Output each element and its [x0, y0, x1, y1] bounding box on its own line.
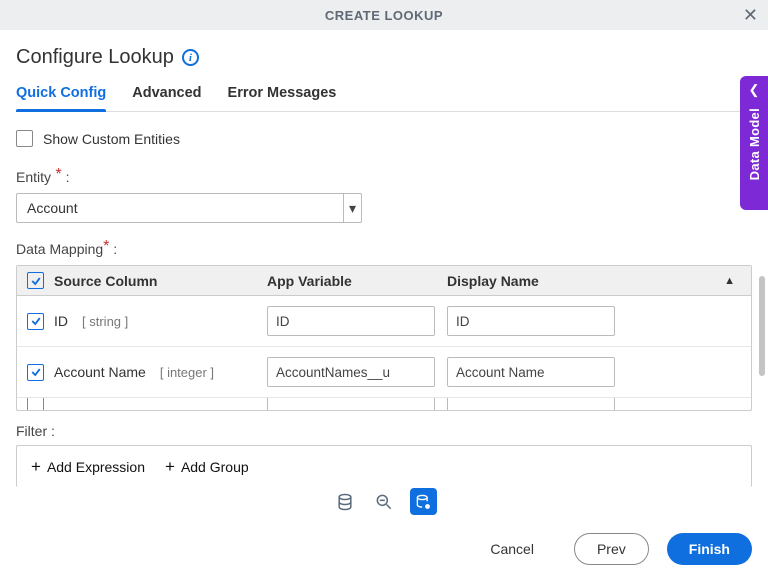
sort-asc-icon[interactable]: ▲	[724, 275, 735, 287]
row-display-input[interactable]	[447, 357, 615, 387]
table-row-cutoff: .	[17, 398, 751, 410]
tab-advanced[interactable]: Advanced	[132, 79, 201, 111]
row-appvar-input[interactable]	[267, 357, 435, 387]
table-row: ID [ string ]	[17, 296, 751, 347]
header-source-column[interactable]: Source Column	[54, 273, 157, 289]
database-settings-icon[interactable]	[410, 488, 437, 515]
page-title-row: Configure Lookup i	[16, 46, 752, 69]
row-display-input[interactable]	[447, 398, 615, 410]
zoom-out-icon[interactable]	[371, 488, 398, 515]
tab-error-messages[interactable]: Error Messages	[228, 79, 337, 111]
data-model-label: Data Model	[747, 108, 762, 180]
plus-icon: +	[31, 458, 41, 475]
info-icon[interactable]: i	[182, 49, 199, 66]
scrollbar[interactable]	[759, 276, 765, 376]
modal-header: CREATE LOOKUP ✕	[0, 0, 768, 30]
chevron-left-icon: ❮	[749, 82, 760, 98]
plus-icon: +	[165, 458, 175, 475]
database-icon[interactable]	[332, 488, 359, 515]
add-group-button[interactable]: + Add Group	[165, 458, 249, 475]
table-header: Source Column App Variable Display Name …	[17, 266, 751, 296]
row-appvar-input[interactable]	[267, 398, 435, 410]
tab-quick-config[interactable]: Quick Config	[16, 79, 106, 111]
row-checkbox[interactable]	[27, 398, 44, 410]
row-type-hint: [ string ]	[82, 314, 128, 329]
data-model-panel-toggle[interactable]: ❮ Data Model	[740, 76, 768, 210]
close-icon[interactable]: ✕	[743, 5, 758, 26]
finish-button[interactable]: Finish	[667, 533, 752, 565]
show-custom-entities-row: Show Custom Entities	[16, 130, 752, 147]
entity-label: Entity * :	[16, 169, 752, 187]
modal-body: Configure Lookup i Quick Config Advanced…	[0, 30, 768, 487]
entity-value: Account	[27, 200, 78, 216]
chevron-down-icon: ▾	[343, 194, 361, 222]
row-checkbox[interactable]	[27, 364, 44, 381]
table-row: Account Name [ integer ]	[17, 347, 751, 398]
cancel-button[interactable]: Cancel	[468, 533, 556, 565]
tabs: Quick Config Advanced Error Messages	[16, 79, 752, 112]
row-appvar-input[interactable]	[267, 306, 435, 336]
footer: Cancel Prev Finish	[468, 533, 752, 565]
select-all-checkbox[interactable]	[27, 272, 44, 289]
show-custom-entities-checkbox[interactable]	[16, 130, 33, 147]
filter-box: + Add Expression + Add Group	[16, 445, 752, 487]
row-display-input[interactable]	[447, 306, 615, 336]
show-custom-entities-label: Show Custom Entities	[43, 131, 180, 147]
page-title: Configure Lookup	[16, 46, 174, 69]
add-expression-button[interactable]: + Add Expression	[31, 458, 145, 475]
data-mapping-label: Data Mapping* :	[16, 241, 752, 259]
entity-select[interactable]: Account ▾	[16, 193, 362, 223]
data-mapping-table: Source Column App Variable Display Name …	[16, 265, 752, 411]
modal-title: CREATE LOOKUP	[325, 8, 443, 23]
bottom-toolbar	[0, 484, 768, 521]
filter-label: Filter :	[16, 423, 752, 439]
row-source-name: ID	[54, 313, 68, 329]
header-display-name[interactable]: Display Name	[447, 273, 539, 289]
header-app-variable[interactable]: App Variable	[267, 273, 447, 289]
row-source-name: Account Name	[54, 364, 146, 380]
prev-button[interactable]: Prev	[574, 533, 649, 565]
row-checkbox[interactable]	[27, 313, 44, 330]
row-type-hint: [ integer ]	[160, 365, 214, 380]
